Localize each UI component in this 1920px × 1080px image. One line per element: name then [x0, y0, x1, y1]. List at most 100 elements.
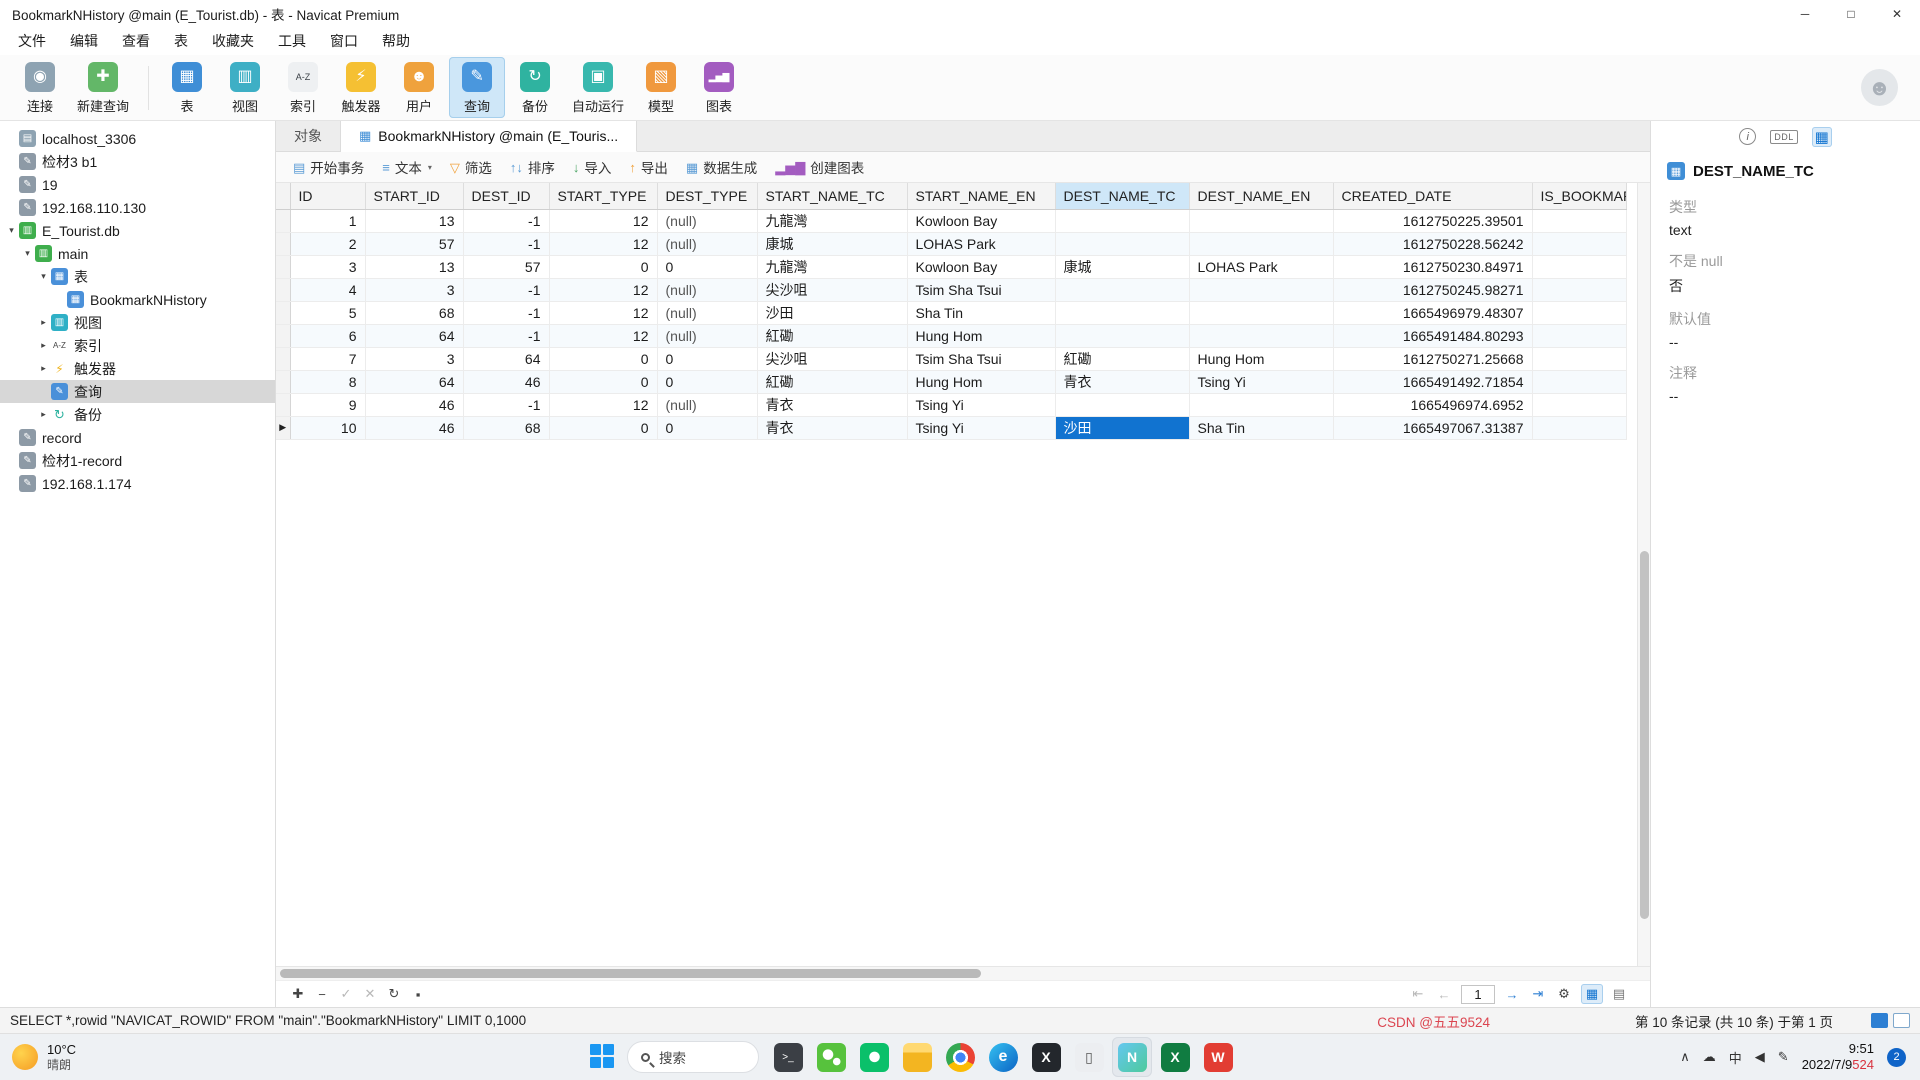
- notification-badge[interactable]: 2: [1887, 1048, 1906, 1067]
- toolbar-trigger-button[interactable]: ⚡触发器: [333, 57, 389, 118]
- expand-arrow-icon[interactable]: ▸: [36, 340, 51, 351]
- grid-cell[interactable]: 0: [549, 370, 657, 393]
- sidebar-item-record-conn[interactable]: ✎record: [0, 426, 275, 449]
- windows-start-button[interactable]: [590, 1044, 616, 1070]
- sidebar-item-tables-group[interactable]: ▾▦表: [0, 265, 275, 288]
- column-header-start_name_en[interactable]: START_NAME_EN: [907, 183, 1055, 209]
- sidebar-item-index-group[interactable]: ▸A-Z索引: [0, 334, 275, 357]
- sidebar-item-bookmarknhistory-table[interactable]: ▦BookmarkNHistory: [0, 288, 275, 311]
- sidebar-item-localhost-3306[interactable]: ▤localhost_3306: [0, 127, 275, 150]
- close-button[interactable]: ✕: [1874, 0, 1920, 27]
- grid-cell[interactable]: 12: [549, 209, 657, 232]
- column-header-id[interactable]: ID: [290, 183, 365, 209]
- taskbar-app-wechat[interactable]: [811, 1037, 851, 1077]
- menu-help[interactable]: 帮助: [370, 28, 422, 54]
- grid-cell[interactable]: 5: [290, 301, 365, 324]
- volume-icon[interactable]: ◀: [1755, 1049, 1765, 1065]
- menu-edit[interactable]: 编辑: [58, 28, 110, 54]
- grid-cell[interactable]: 64: [365, 370, 463, 393]
- sidebar-item-jiancai1-record[interactable]: ✎检材1-record: [0, 449, 275, 472]
- grid-cell[interactable]: Hung Hom: [907, 370, 1055, 393]
- grid-cell[interactable]: 3: [290, 255, 365, 278]
- grid-cell[interactable]: 12: [549, 278, 657, 301]
- toolbar-backup-button[interactable]: ↻备份: [507, 57, 563, 118]
- grid-cell[interactable]: (null): [657, 393, 757, 416]
- tab-objects[interactable]: 对象: [276, 121, 341, 151]
- grid-cell[interactable]: 紅磡: [757, 324, 907, 347]
- grid-cell[interactable]: 1612750230.84971: [1333, 255, 1532, 278]
- taskbar-search[interactable]: 搜索: [627, 1041, 759, 1073]
- collapse-arrow-icon[interactable]: ▾: [20, 248, 35, 259]
- taskbar-app-explorer[interactable]: [897, 1037, 937, 1077]
- grid-cell[interactable]: [1055, 324, 1189, 347]
- grid-cell[interactable]: 沙田: [1055, 416, 1189, 439]
- info-icon[interactable]: i: [1739, 128, 1756, 145]
- grid-cell[interactable]: LOHAS Park: [1189, 255, 1333, 278]
- sort-button[interactable]: ↑↓排序: [501, 154, 564, 180]
- grid-cell[interactable]: 1665496979.48307: [1333, 301, 1532, 324]
- grid-cell[interactable]: 0: [549, 416, 657, 439]
- grid-cell[interactable]: Tsing Yi: [1189, 370, 1333, 393]
- grid-cell[interactable]: [1189, 301, 1333, 324]
- grid-cell[interactable]: [1532, 347, 1626, 370]
- grid-cell[interactable]: 13: [365, 255, 463, 278]
- grid-cell[interactable]: 青衣: [757, 393, 907, 416]
- grid-cell[interactable]: 64: [463, 347, 549, 370]
- export-button[interactable]: ↑导出: [620, 154, 677, 180]
- sidebar-item-trigger-group[interactable]: ▸⚡触发器: [0, 357, 275, 380]
- grid-cell[interactable]: 康城: [757, 232, 907, 255]
- grid-cell[interactable]: 青衣: [1055, 370, 1189, 393]
- grid-cell[interactable]: 46: [365, 416, 463, 439]
- sidebar-item-backup-group[interactable]: ▸↻备份: [0, 403, 275, 426]
- import-button[interactable]: ↓导入: [564, 154, 621, 180]
- begin-transaction-button[interactable]: ▤开始事务: [284, 154, 373, 180]
- grid-cell[interactable]: (null): [657, 209, 757, 232]
- grid-cell[interactable]: 九龍灣: [757, 209, 907, 232]
- toolbar-model-button[interactable]: ▧模型: [633, 57, 689, 118]
- menu-file[interactable]: 文件: [6, 28, 58, 54]
- toolbar-user-button[interactable]: ☻用户: [391, 57, 447, 118]
- grid-cell[interactable]: 1612750228.56242: [1333, 232, 1532, 255]
- create-chart-button[interactable]: ▂▅▇创建图表: [766, 154, 873, 180]
- discard-changes-button[interactable]: ✕: [358, 986, 382, 1002]
- vertical-scrollbar-thumb[interactable]: [1640, 551, 1649, 919]
- grid-cell[interactable]: -1: [463, 232, 549, 255]
- taskbar-app-navicat[interactable]: N: [1112, 1037, 1152, 1077]
- grid-cell[interactable]: [1532, 416, 1626, 439]
- grid-cell[interactable]: 1: [290, 209, 365, 232]
- grid-cell[interactable]: 68: [463, 416, 549, 439]
- column-header-is_bookmar[interactable]: IS_BOOKMAR: [1532, 183, 1626, 209]
- ddl-icon[interactable]: DDL: [1770, 130, 1798, 144]
- grid-cell[interactable]: 九龍灣: [757, 255, 907, 278]
- column-header-dest_type[interactable]: DEST_TYPE: [657, 183, 757, 209]
- grid-cell[interactable]: 1612750245.98271: [1333, 278, 1532, 301]
- grid-cell[interactable]: -1: [463, 301, 549, 324]
- grid-cell[interactable]: 紅磡: [757, 370, 907, 393]
- last-page-button[interactable]: ⇥: [1526, 986, 1550, 1002]
- grid-cell[interactable]: 1665491492.71854: [1333, 370, 1532, 393]
- grid-cell[interactable]: 0: [657, 370, 757, 393]
- grid-cell[interactable]: 1665497067.31387: [1333, 416, 1532, 439]
- grid-cell[interactable]: [1189, 324, 1333, 347]
- grid-cell[interactable]: -1: [463, 209, 549, 232]
- minimize-button[interactable]: ─: [1782, 0, 1828, 27]
- grid-cell[interactable]: (null): [657, 278, 757, 301]
- toolbar-new-query-button[interactable]: ✚新建查询: [70, 57, 136, 118]
- menu-tools[interactable]: 工具: [266, 28, 318, 54]
- grid-cell[interactable]: [1532, 324, 1626, 347]
- grid-cell[interactable]: Kowloon Bay: [907, 255, 1055, 278]
- grid-cell[interactable]: 8: [290, 370, 365, 393]
- grid-cell[interactable]: 0: [549, 347, 657, 370]
- toolbar-chart-button[interactable]: ▂▅▇图表: [691, 57, 747, 118]
- grid-cell[interactable]: 青衣: [757, 416, 907, 439]
- grid-cell[interactable]: (null): [657, 324, 757, 347]
- grid-cell[interactable]: 2: [290, 232, 365, 255]
- grid-cell[interactable]: -1: [463, 278, 549, 301]
- taskbar-app-chrome[interactable]: [940, 1037, 980, 1077]
- grid-cell[interactable]: Tsing Yi: [907, 416, 1055, 439]
- column-info-icon[interactable]: ▦: [1812, 127, 1832, 147]
- sidebar-item-views-group[interactable]: ▸▥视图: [0, 311, 275, 334]
- grid-cell[interactable]: 0: [657, 416, 757, 439]
- grid-cell[interactable]: Sha Tin: [907, 301, 1055, 324]
- grid-cell[interactable]: 3: [365, 278, 463, 301]
